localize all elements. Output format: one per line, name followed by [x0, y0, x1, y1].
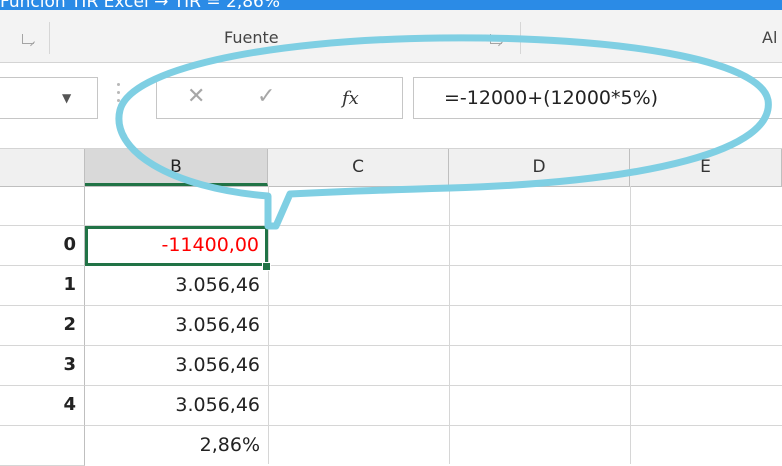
- cell[interactable]: 3.056,46: [85, 386, 268, 426]
- dialog-launcher-icon[interactable]: [22, 34, 34, 44]
- cell[interactable]: 3.056,46: [85, 306, 268, 346]
- cell[interactable]: 2,86%: [85, 426, 268, 466]
- cell-value: -11400,00: [161, 234, 259, 256]
- formula-input[interactable]: =-12000+(12000*5%): [413, 77, 782, 119]
- row-header[interactable]: 2: [0, 306, 85, 346]
- title-text: Función TIR Excel → TIR = 2,86%: [0, 0, 281, 10]
- column-header-e[interactable]: E: [630, 149, 782, 186]
- fill-handle[interactable]: [262, 262, 271, 271]
- cell-value: 3.056,46: [175, 274, 260, 296]
- ribbon-separator: [520, 22, 521, 54]
- chevron-down-icon[interactable]: ▼: [62, 91, 71, 105]
- row-number: 0: [63, 234, 76, 255]
- column-header-d[interactable]: D: [449, 149, 630, 186]
- row-number: 1: [63, 274, 76, 295]
- row-header[interactable]: 4: [0, 386, 85, 426]
- column-header-row: B C D E: [0, 148, 782, 187]
- insert-function-icon[interactable]: fx: [342, 86, 359, 112]
- column-header-c[interactable]: C: [268, 149, 449, 186]
- row-number: 2: [63, 314, 76, 335]
- enter-check-icon[interactable]: ✓: [257, 84, 275, 110]
- row-header[interactable]: 1: [0, 266, 85, 306]
- select-all-corner[interactable]: [0, 149, 85, 186]
- row-header[interactable]: 3: [0, 346, 85, 386]
- formula-bar: ▼ ✕ ✓ fx =-12000+(12000*5%): [0, 62, 782, 149]
- formula-text: =-12000+(12000*5%): [444, 87, 659, 109]
- row-header[interactable]: [0, 426, 85, 466]
- group-label-fuente: Fuente: [224, 28, 279, 47]
- drag-handle-icon[interactable]: [117, 81, 121, 113]
- cell-value: 3.056,46: [175, 394, 260, 416]
- row-header[interactable]: [0, 186, 85, 226]
- cell-value: 3.056,46: [175, 354, 260, 376]
- cell-value: 2,86%: [199, 434, 260, 456]
- font-dialog-launcher-icon[interactable]: [490, 34, 502, 44]
- cell-value: 3.056,46: [175, 314, 260, 336]
- ribbon-separator: [49, 22, 50, 54]
- cell[interactable]: 3.056,46: [85, 266, 268, 306]
- worksheet-grid[interactable]: 0 1 2 3 4 -11400,00 3.056,46 3.056,46 3.…: [0, 186, 782, 466]
- row-number: 4: [63, 394, 76, 415]
- title-bar: Función TIR Excel → TIR = 2,86%: [0, 0, 782, 10]
- row-header[interactable]: 0: [0, 226, 85, 266]
- column-header-b[interactable]: B: [85, 149, 268, 186]
- row-number: 3: [63, 354, 76, 375]
- cancel-icon[interactable]: ✕: [187, 84, 205, 110]
- formula-buttons: ✕ ✓ fx: [156, 77, 403, 119]
- group-label-alignment: Al: [762, 28, 778, 47]
- ribbon-group-row: Fuente Al: [0, 10, 782, 62]
- name-box[interactable]: ▼: [0, 77, 98, 119]
- active-cell[interactable]: -11400,00: [85, 226, 268, 266]
- cell[interactable]: [85, 186, 268, 226]
- cell[interactable]: 3.056,46: [85, 346, 268, 386]
